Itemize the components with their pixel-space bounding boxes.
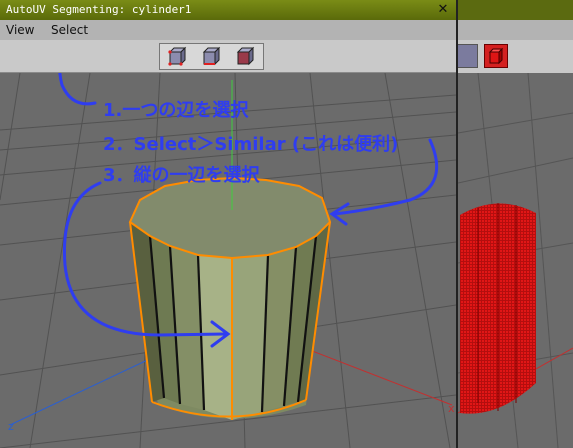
face-select-cube-icon[interactable] (230, 45, 262, 68)
menubar: View Select (0, 20, 456, 40)
background-window-menubar (458, 20, 573, 40)
menu-select[interactable]: Select (51, 20, 88, 40)
close-icon[interactable]: ✕ (436, 3, 450, 17)
background-window-toolbar (454, 40, 573, 74)
screen: AutoUV Segmenting: cylinder1 ✕ View Sele… (0, 0, 573, 448)
background-viewport (458, 73, 573, 448)
x-axis-label: x (448, 402, 455, 415)
edge-select-cube-icon[interactable] (196, 45, 228, 68)
annotation-step1: 1.一つの辺を選択 (103, 100, 249, 121)
z-axis-label: z (8, 420, 14, 433)
annotation-step3: 3．縦の一辺を選択 (103, 165, 260, 186)
cylinder-mesh[interactable] (128, 176, 332, 420)
window-title: AutoUV Segmenting: cylinder1 (6, 3, 192, 16)
selection-mode-toolbar (0, 40, 456, 73)
selection-mode-group (159, 43, 264, 70)
background-window-titlebar (458, 0, 573, 20)
menu-view[interactable]: View (6, 20, 34, 40)
autouv-segmenting-window: AutoUV Segmenting: cylinder1 ✕ View Sele… (0, 0, 458, 448)
vertex-select-cube-icon[interactable] (162, 45, 194, 68)
annotation-step2: 2．Select＞Similar (これは便利) (103, 134, 399, 155)
background-face-select-icon[interactable] (484, 44, 508, 68)
window-titlebar[interactable]: AutoUV Segmenting: cylinder1 ✕ (0, 0, 456, 20)
